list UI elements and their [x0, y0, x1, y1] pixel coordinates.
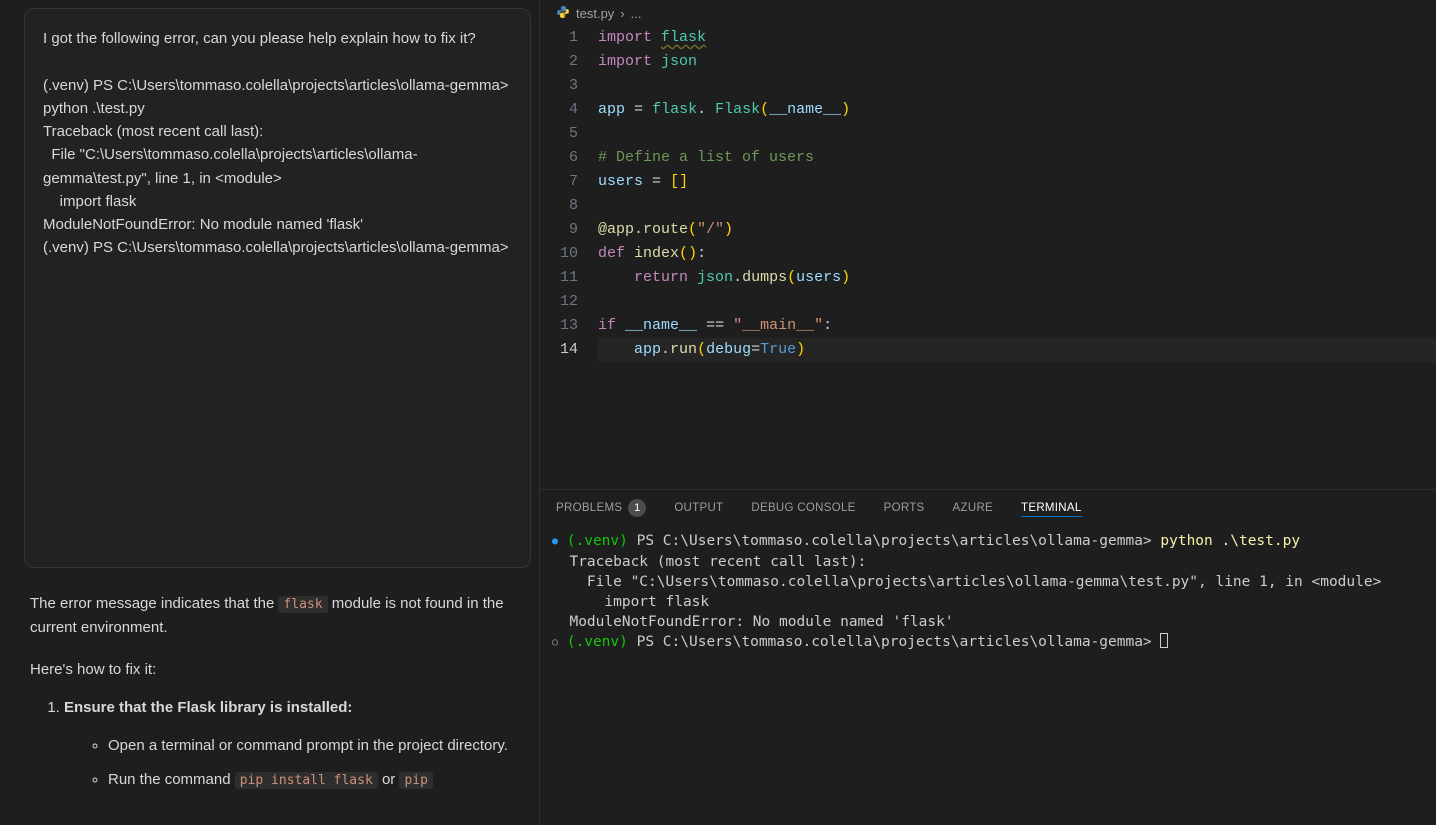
terminal-line: import flask [552, 592, 1424, 612]
python-file-icon [556, 5, 570, 22]
user-message-text: I got the following error, can you pleas… [43, 27, 512, 260]
breadcrumb-more[interactable]: ... [631, 6, 642, 21]
editor-panel: test.py › ... 1234567891011121314 import… [540, 0, 1436, 825]
terminal-line: ● (.venv) PS C:\Users\tommaso.colella\pr… [552, 531, 1424, 552]
terminal-output[interactable]: ● (.venv) PS C:\Users\tommaso.colella\pr… [540, 525, 1436, 825]
step-1: Ensure that the Flask library is install… [64, 696, 525, 792]
code-content[interactable]: import flaskimport json app = flask. Fla… [598, 26, 1436, 489]
assistant-response: The error message indicates that the fla… [24, 592, 531, 792]
code-editor[interactable]: 1234567891011121314 import flaskimport j… [540, 26, 1436, 489]
response-how: Here's how to fix it: [30, 658, 525, 682]
tab-output[interactable]: OUTPUT [674, 502, 723, 514]
response-intro: The error message indicates that the fla… [30, 592, 525, 640]
panel-tabs: PROBLEMS 1 OUTPUT DEBUG CONSOLE PORTS AZ… [540, 489, 1436, 525]
step-1b: Run the command pip install flask or pip [108, 768, 525, 792]
prompt-dot-filled-icon: ● [552, 536, 558, 547]
step-1a: Open a terminal or command prompt in the… [108, 734, 525, 758]
inline-code-pip-install: pip install flask [235, 772, 378, 789]
terminal-line: Traceback (most recent call last): [552, 552, 1424, 572]
inline-code-pip: pip [399, 772, 432, 789]
breadcrumb[interactable]: test.py › ... [540, 0, 1436, 26]
problems-badge: 1 [628, 499, 646, 517]
user-message-block[interactable]: I got the following error, can you pleas… [24, 8, 531, 568]
breadcrumb-file[interactable]: test.py [576, 6, 614, 21]
terminal-line: ModuleNotFoundError: No module named 'fl… [552, 612, 1424, 632]
terminal-line: ○ (.venv) PS C:\Users\tommaso.colella\pr… [552, 632, 1424, 653]
tab-terminal[interactable]: TERMINAL [1021, 502, 1082, 517]
inline-code-flask: flask [278, 596, 327, 613]
prompt-dot-empty-icon: ○ [552, 637, 558, 648]
tab-azure[interactable]: AZURE [953, 502, 993, 514]
tab-problems[interactable]: PROBLEMS 1 [556, 499, 646, 517]
terminal-cursor [1160, 633, 1168, 648]
tab-ports[interactable]: PORTS [884, 502, 925, 514]
chat-panel: I got the following error, can you pleas… [0, 0, 540, 825]
terminal-line: File "C:\Users\tommaso.colella\projects\… [552, 572, 1424, 592]
tab-debug-console[interactable]: DEBUG CONSOLE [751, 502, 855, 514]
breadcrumb-sep: › [620, 6, 624, 21]
line-gutter: 1234567891011121314 [540, 26, 598, 489]
